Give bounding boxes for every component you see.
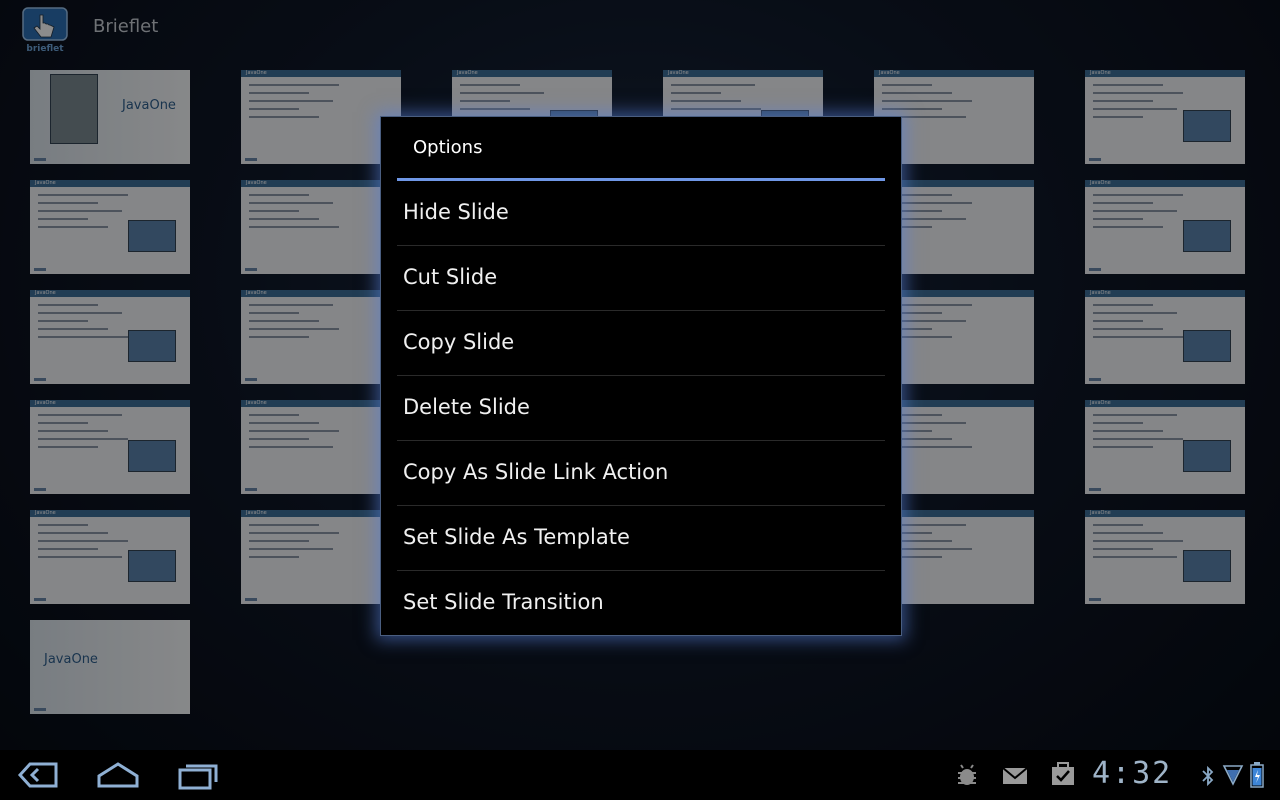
dialog-title-divider bbox=[397, 178, 885, 181]
back-icon[interactable] bbox=[16, 760, 60, 790]
bluetooth-icon bbox=[1200, 764, 1216, 788]
recent-apps-icon[interactable] bbox=[176, 760, 220, 790]
option-label: Hide Slide bbox=[403, 200, 509, 224]
battery-icon bbox=[1250, 762, 1264, 788]
clock[interactable]: 4:32 bbox=[1092, 756, 1172, 791]
option-label: Copy Slide bbox=[403, 330, 515, 354]
option-label: Copy As Slide Link Action bbox=[403, 460, 669, 484]
option-copy-as-slide-link-action[interactable]: Copy As Slide Link Action bbox=[397, 442, 885, 506]
option-set-slide-transition[interactable]: Set Slide Transition bbox=[397, 572, 885, 636]
options-dialog: Options Hide Slide Cut Slide Copy Slide … bbox=[380, 116, 902, 636]
option-copy-slide[interactable]: Copy Slide bbox=[397, 312, 885, 376]
option-label: Set Slide Transition bbox=[403, 590, 604, 614]
gmail-icon[interactable] bbox=[1002, 766, 1028, 786]
option-delete-slide[interactable]: Delete Slide bbox=[397, 377, 885, 441]
option-label: Cut Slide bbox=[403, 265, 498, 289]
task-check-icon[interactable] bbox=[1050, 762, 1076, 786]
system-bar: 4:32 bbox=[0, 750, 1280, 800]
option-hide-slide[interactable]: Hide Slide bbox=[397, 182, 885, 246]
dialog-title: Options bbox=[413, 137, 483, 158]
home-icon[interactable] bbox=[96, 760, 140, 790]
option-label: Set Slide As Template bbox=[403, 525, 630, 549]
signal-icon bbox=[1222, 764, 1244, 786]
option-cut-slide[interactable]: Cut Slide bbox=[397, 247, 885, 311]
android-debug-icon[interactable] bbox=[954, 764, 980, 788]
option-label: Delete Slide bbox=[403, 395, 530, 419]
option-set-slide-as-template[interactable]: Set Slide As Template bbox=[397, 507, 885, 571]
